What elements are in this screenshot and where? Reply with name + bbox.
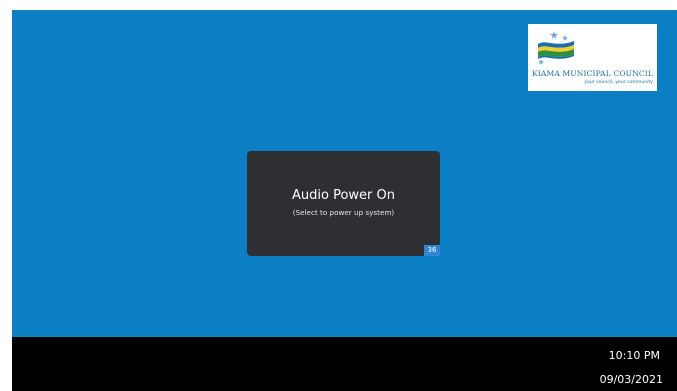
- audio-power-on-button[interactable]: Audio Power On (Select to power up syste…: [247, 151, 440, 256]
- power-tile-subtitle: (Select to power up system): [292, 208, 395, 217]
- status-bar: 10:10 PM 09/03/2021: [12, 337, 677, 391]
- power-tile-title: Audio Power On: [292, 188, 395, 203]
- clock-time: 10:10 PM: [608, 349, 660, 362]
- touch-panel-screen: KIAMA MUNICIPAL COUNCIL your council, yo…: [12, 10, 677, 391]
- council-logo-graphic: [538, 31, 574, 65]
- tile-id-badge: 36: [424, 245, 440, 256]
- council-logo: KIAMA MUNICIPAL COUNCIL your council, yo…: [528, 24, 657, 91]
- clock-date: 09/03/2021: [599, 373, 663, 386]
- logo-title: KIAMA MUNICIPAL COUNCIL: [532, 69, 654, 78]
- logo-tagline: your council, your community: [584, 80, 653, 85]
